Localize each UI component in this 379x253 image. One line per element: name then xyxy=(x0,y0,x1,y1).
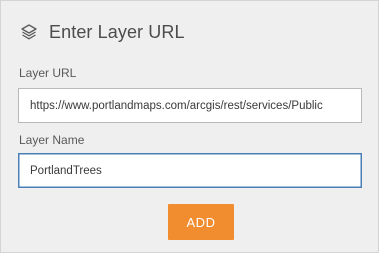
layer-name-label: Layer Name xyxy=(19,133,85,147)
layers-icon xyxy=(19,22,39,42)
layer-url-label: Layer URL xyxy=(19,66,77,80)
enter-layer-url-panel: Enter Layer URL Layer URL Layer Name ADD xyxy=(0,0,379,253)
panel-title: Enter Layer URL xyxy=(49,21,185,42)
layer-url-input[interactable] xyxy=(18,88,362,123)
add-button[interactable]: ADD xyxy=(168,204,234,240)
panel-header: Enter Layer URL xyxy=(19,19,185,45)
layer-name-input[interactable] xyxy=(18,153,362,188)
